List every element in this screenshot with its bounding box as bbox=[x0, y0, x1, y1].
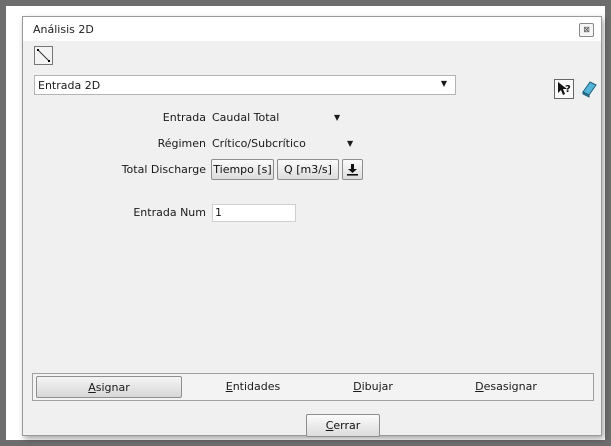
tab-desasignar-mnemonic: D bbox=[475, 380, 484, 393]
entrada-num-label: Entrada Num bbox=[133, 206, 206, 219]
title-bar[interactable]: Análisis 2D ⊠ bbox=[23, 17, 601, 41]
action-tab-bar: Asignar Entidades Dibujar Desasignar bbox=[32, 373, 594, 401]
tab-dibujar[interactable]: Dibujar bbox=[333, 376, 413, 398]
entrada-num-input[interactable]: 1 bbox=[212, 204, 296, 222]
pointer-help-icon[interactable]: ? bbox=[554, 79, 574, 99]
tab-entidades-mnemonic: E bbox=[225, 380, 233, 393]
regimen-select[interactable]: Crítico/Subcrítico bbox=[212, 137, 306, 150]
entity-select-value: Entrada 2D bbox=[38, 79, 101, 92]
svg-text:?: ? bbox=[565, 84, 571, 95]
total-discharge-label: Total Discharge bbox=[121, 163, 206, 176]
regimen-label: Régimen bbox=[157, 137, 206, 150]
tab-asignar-mnemonic: A bbox=[88, 381, 96, 394]
tab-asignar[interactable]: Asignar bbox=[36, 376, 182, 398]
entrada-select[interactable]: Caudal Total bbox=[212, 111, 279, 124]
close-window-button[interactable]: ⊠ bbox=[579, 23, 594, 37]
chevron-down-icon[interactable]: ▼ bbox=[347, 139, 353, 148]
chevron-down-icon[interactable]: ▼ bbox=[334, 113, 340, 122]
eraser-icon[interactable] bbox=[579, 79, 599, 99]
close-button[interactable]: Cerrar bbox=[306, 414, 380, 437]
time-button[interactable]: Tiempo [s] bbox=[211, 159, 274, 180]
tab-entidades[interactable]: Entidades bbox=[213, 376, 293, 398]
tab-desasignar[interactable]: Desasignar bbox=[461, 376, 551, 398]
download-icon[interactable] bbox=[342, 159, 363, 180]
line-select-icon[interactable] bbox=[34, 46, 53, 65]
close-button-label: errar bbox=[333, 419, 361, 432]
dialog-window: Análisis 2D ⊠ Entrada 2D ▼ ? Entrada Cau… bbox=[22, 16, 602, 437]
entrada-label: Entrada bbox=[162, 111, 206, 124]
tab-asignar-label: signar bbox=[95, 381, 130, 394]
tab-entidades-label: ntidades bbox=[232, 380, 281, 393]
tab-dibujar-label: ibujar bbox=[361, 380, 393, 393]
tab-desasignar-label: esasignar bbox=[483, 380, 537, 393]
tab-dibujar-mnemonic: D bbox=[353, 380, 362, 393]
entity-select[interactable]: Entrada 2D ▼ bbox=[34, 75, 456, 95]
flow-button[interactable]: Q [m3/s] bbox=[277, 159, 339, 180]
chevron-down-icon: ▼ bbox=[440, 79, 447, 88]
window-title: Análisis 2D bbox=[33, 23, 94, 36]
